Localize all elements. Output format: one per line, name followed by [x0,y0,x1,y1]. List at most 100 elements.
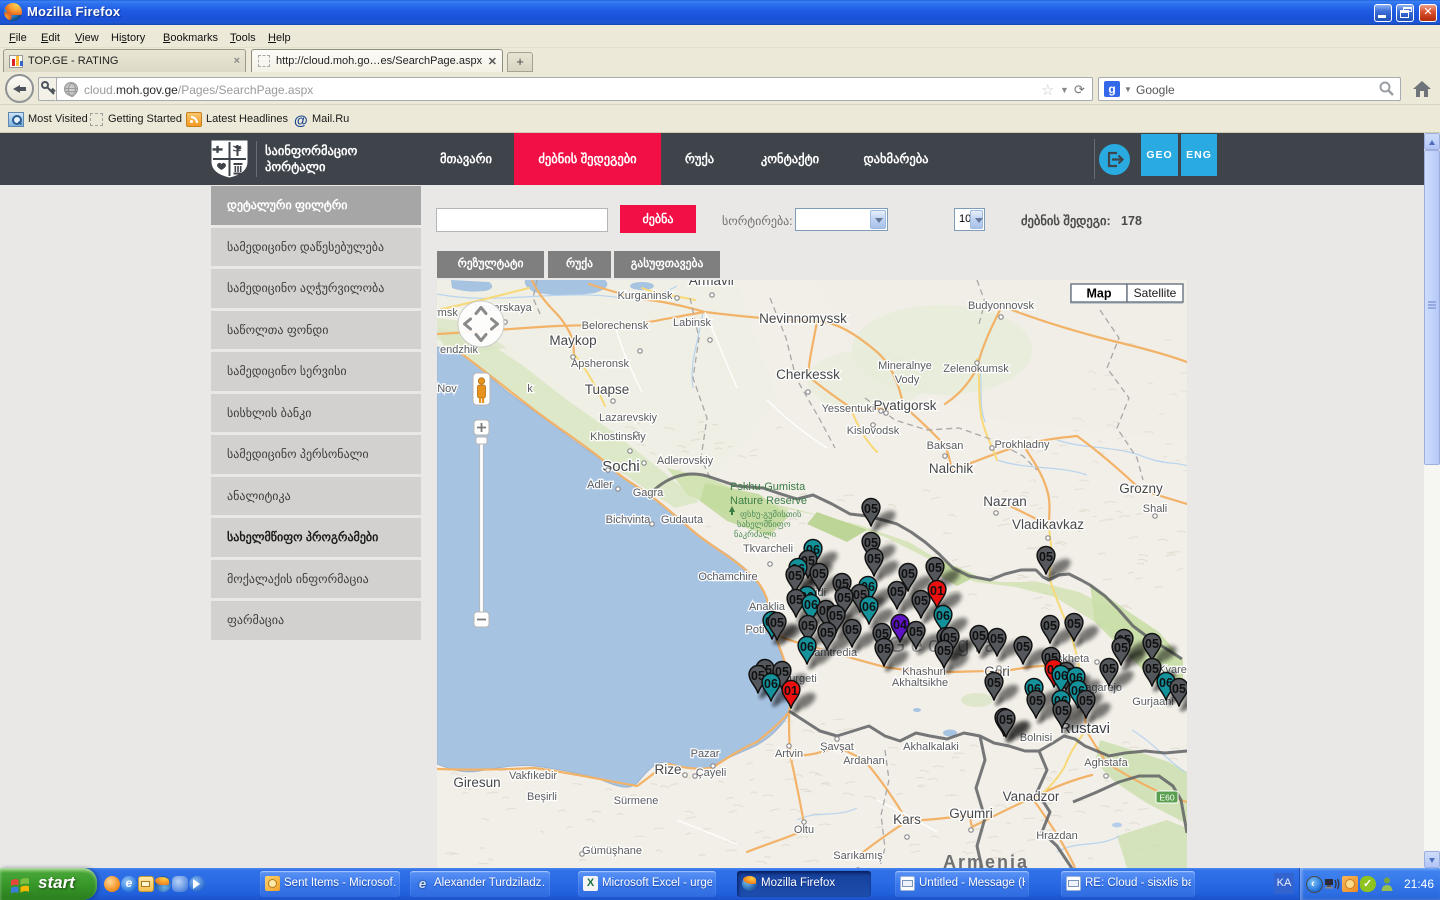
svg-text:Labinsk: Labinsk [673,317,711,329]
svg-text:Adlerovskiy: Adlerovskiy [657,455,714,467]
svg-text:E60: E60 [1159,793,1174,803]
svg-text:05: 05 [820,626,834,640]
svg-text:04: 04 [893,618,907,632]
svg-text:05: 05 [770,616,784,630]
svg-text:Kurganinsk: Kurganinsk [617,290,673,302]
svg-text:Pazar: Pazar [691,748,720,760]
svg-text:Gudauta: Gudauta [661,514,704,526]
svg-text:06: 06 [1054,669,1068,683]
svg-text:Map: Map [1087,287,1112,301]
svg-text:05: 05 [801,619,815,633]
svg-text:ნაკრძალი: ნაკრძალი [734,529,777,540]
svg-text:05: 05 [1016,640,1030,654]
svg-text:06: 06 [804,598,818,612]
svg-text:Maykop: Maykop [549,333,596,348]
svg-text:Nevinnomyssk: Nevinnomyssk [759,311,847,326]
svg-text:Bichvinta: Bichvinta [606,514,652,526]
svg-text:05: 05 [1043,619,1057,633]
svg-text:ymsk: ymsk [437,307,458,319]
svg-text:Gagra: Gagra [633,487,664,499]
svg-text:05: 05 [890,585,904,599]
svg-text:05: 05 [901,567,915,581]
svg-text:06: 06 [764,677,778,691]
svg-text:05: 05 [867,552,881,566]
svg-text:06: 06 [862,600,876,614]
svg-text:01: 01 [784,684,798,698]
svg-text:Grozny: Grozny [1119,481,1163,496]
svg-text:Sürmene: Sürmene [614,795,659,807]
svg-text:05: 05 [1145,662,1159,676]
svg-text:Baksan: Baksan [927,440,964,452]
svg-text:Oltu: Oltu [794,824,814,836]
svg-text:Akhalkalaki: Akhalkalaki [903,741,959,753]
svg-text:Kars: Kars [893,812,921,827]
svg-text:05: 05 [928,561,942,575]
svg-text:05: 05 [812,567,826,581]
svg-text:05: 05 [837,591,851,605]
svg-text:05: 05 [914,594,928,608]
svg-text:Gyumri: Gyumri [949,806,993,821]
svg-text:05: 05 [999,713,1013,727]
svg-text:Artvin: Artvin [775,748,803,760]
svg-text:05: 05 [1079,694,1093,708]
svg-text:Gümüşhane: Gümüşhane [582,845,642,857]
svg-text:05: 05 [789,593,803,607]
svg-text:Tuapse: Tuapse [585,382,630,397]
svg-text:Nature Reserve: Nature Reserve [730,495,807,507]
svg-text:Akhaltsikhe: Akhaltsikhe [892,677,948,689]
svg-text:Aghstafa: Aghstafa [1084,757,1128,769]
svg-text:Adler: Adler [587,479,613,491]
svg-text:Nov: Nov [437,383,457,395]
svg-text:Hrazdan: Hrazdan [1036,830,1078,842]
svg-text:Armenia: Armenia [943,852,1029,868]
svg-text:Sarıkamış: Sarıkamış [833,850,883,862]
svg-text:05: 05 [1067,617,1081,631]
svg-text:Rize: Rize [654,762,681,777]
svg-text:05: 05 [829,609,843,623]
svg-text:05: 05 [864,502,878,516]
svg-text:Lazarevskiy: Lazarevskiy [599,412,658,424]
svg-text:Yessentuki: Yessentuki [822,403,875,415]
svg-text:05: 05 [788,569,802,583]
svg-text:05: 05 [1029,694,1043,708]
svg-text:Tkvarcheli: Tkvarcheli [743,543,793,555]
svg-text:05: 05 [1039,550,1053,564]
svg-text:06: 06 [936,609,950,623]
svg-text:Şavşat: Şavşat [820,741,854,753]
svg-text:Nazran: Nazran [983,494,1027,509]
svg-text:Ochamchire: Ochamchire [698,571,757,583]
svg-text:Vody: Vody [895,374,920,386]
svg-text:Vakfıkebir: Vakfıkebir [509,770,557,782]
svg-text:05: 05 [1145,637,1159,651]
svg-text:05: 05 [877,642,891,656]
svg-text:Mineralnye: Mineralnye [878,360,932,372]
svg-text:Satellite: Satellite [1134,286,1177,300]
svg-text:01: 01 [930,584,944,598]
svg-text:Apsheronsk: Apsheronsk [571,358,630,370]
svg-text:05: 05 [972,629,986,643]
svg-text:Pskhu-Gumista: Pskhu-Gumista [730,481,806,493]
svg-text:Vanadzor: Vanadzor [1003,789,1060,804]
svg-text:05: 05 [990,632,1004,646]
svg-text:05: 05 [987,676,1001,690]
svg-text:Budyonnovsk: Budyonnovsk [968,300,1035,312]
svg-text:Nalchik: Nalchik [929,461,974,476]
svg-text:Çayeli: Çayeli [696,767,727,779]
svg-text:Anaklia: Anaklia [749,601,786,613]
svg-text:k: k [527,383,533,395]
svg-text:05: 05 [1172,682,1186,696]
svg-text:05: 05 [1102,662,1116,676]
svg-text:05: 05 [1055,704,1069,718]
svg-text:06: 06 [800,640,814,654]
svg-text:05: 05 [937,644,951,658]
svg-text:05: 05 [845,623,859,637]
svg-text:Vladikavkaz: Vladikavkaz [1012,517,1084,532]
svg-text:Ardahan: Ardahan [843,755,885,767]
svg-text:05: 05 [909,625,923,639]
svg-text:Cherkessk: Cherkessk [776,367,840,382]
svg-text:Giresun: Giresun [453,775,500,790]
svg-text:Prokhladny: Prokhladny [994,439,1050,451]
svg-text:Belorechensk: Belorechensk [582,320,649,332]
svg-text:Poti: Poti [746,624,765,636]
svg-text:Beşirli: Beşirli [527,791,557,803]
